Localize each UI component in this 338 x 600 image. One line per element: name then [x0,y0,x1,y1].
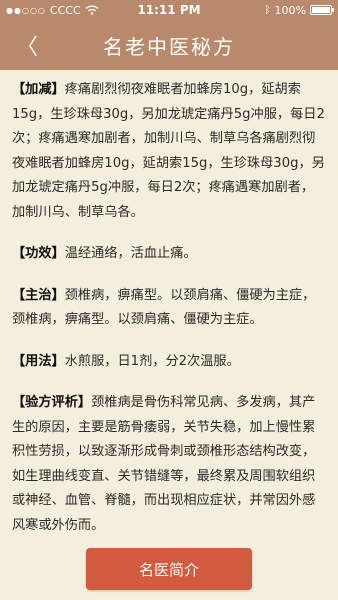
battery-icon [310,5,334,15]
section-indication: 【主治】颈椎病，痹痛型。以颈肩痛、僵硬为主症，颈椎病，痹痛型。以颈肩痛、僵硬为主… [12,284,326,333]
section-tag: 【主治】 [12,287,65,303]
recipe-content[interactable]: 【加减】疼痛剧烈彻夜难眠者加蜂房10g，延胡索15g，生珍珠母30g，另加龙琥定… [0,70,338,538]
doctor-intro-button[interactable]: 名医简介 [86,548,252,590]
footer-bar: 名医简介 [0,538,338,600]
section-analysis: 【验方评析】颈椎病是骨伤科常见病、多发病，其产生的原因，主要是筋骨痿弱，关节失稳… [12,391,326,538]
section-tag: 【用法】 [12,353,65,369]
section-text: 温经通络，活血止痛。 [64,246,197,261]
section-efficacy: 【功效】温经通络，活血止痛。 [12,242,326,267]
status-left: ●●○○○ CCCC [6,4,99,17]
status-right: ᛒ 100% [264,3,334,17]
section-usage: 【用法】水煎服，日1剂，分2次温服。 [12,350,326,375]
section-tag: 【功效】 [12,246,65,261]
carrier-label: CCCC [49,3,81,17]
battery-fill [312,7,330,13]
nav-bar: 〈 名老中医秘方 [0,20,338,70]
chevron-left-icon: 〈 [15,35,38,60]
wifi-icon [85,5,99,15]
bluetooth-icon: ᛒ [264,4,271,16]
status-bar: ●●○○○ CCCC 11:11 PM ᛒ 100% [0,0,338,20]
back-button[interactable]: 〈 [10,28,44,62]
section-text: 颈椎病是骨伤科常见病、多发病，其产生的原因，主要是筋骨痿弱，关节失稳，加上慢性累… [12,395,316,533]
section-modification: 【加减】疼痛剧烈彻夜难眠者加蜂房10g，延胡索15g，生珍珠母30g，另加龙琥定… [12,78,326,225]
signal-dots-icon: ●●○○○ [6,5,46,15]
battery-percent: 100% [274,3,306,17]
section-text: 疼痛剧烈彻夜难眠者加蜂房10g，延胡索15g，生珍珠母30g，另加龙琥定痛丹5g… [12,82,325,220]
section-text: 水煎服，日1剂，分2次温服。 [64,353,240,369]
page-title: 名老中医秘方 [103,34,235,59]
section-tag: 【加减】 [12,82,65,97]
section-tag: 【验方评析】 [12,395,92,410]
